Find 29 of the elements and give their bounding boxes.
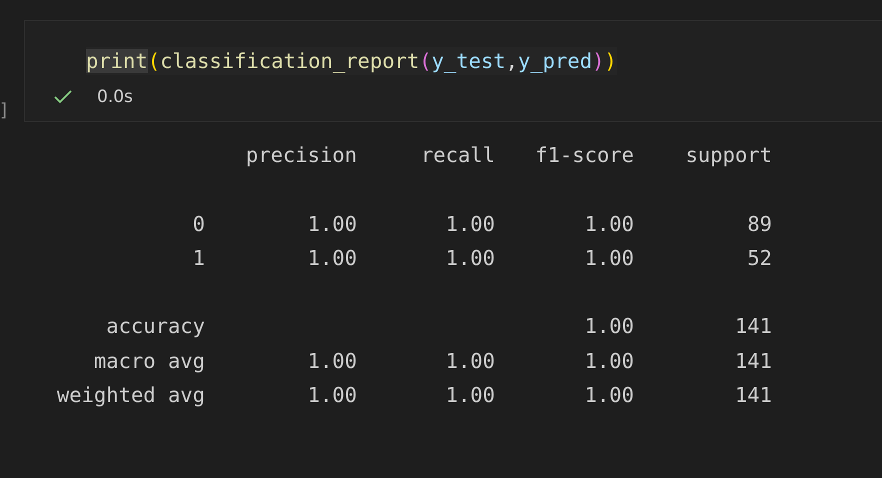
table-cell-text: 1.00 — [584, 313, 634, 340]
table-cell-text: 141 — [734, 313, 772, 340]
column-header: recall — [420, 142, 495, 169]
column-header: support — [684, 142, 772, 169]
table-cell-text: 1.00 — [306, 210, 357, 238]
execution-count: ] — [0, 99, 8, 122]
row-label: weighted avg — [56, 382, 205, 410]
execution-time: 0.0s — [97, 87, 133, 107]
table-cell-text: 141 — [734, 382, 772, 410]
row-label: macro avg — [92, 348, 205, 375]
table-cell-text: 1.00 — [444, 210, 495, 238]
table-cell-text: 1.00 — [444, 348, 495, 375]
table-cell-text: 1.00 — [444, 244, 495, 272]
table-cell-text: 1.00 — [584, 244, 634, 272]
row-label: 0 — [192, 210, 205, 238]
table-cell-text: 1.00 — [444, 382, 495, 410]
row-label: 1 — [192, 244, 205, 272]
table-cell-text: 1.00 — [306, 348, 357, 375]
column-header: precision — [244, 142, 357, 169]
table-cell-text: 52 — [746, 244, 772, 272]
row-label: accuracy — [105, 313, 205, 340]
table-cell-text: 1.00 — [584, 382, 634, 410]
table-cell-text: 1.00 — [584, 210, 634, 238]
column-header: f1-score — [534, 142, 634, 169]
table-cell-text: 89 — [746, 210, 772, 238]
table-cell-text: 1.00 — [306, 382, 357, 410]
table-cell-text: 1.00 — [306, 244, 357, 272]
table-cell-text: 141 — [734, 348, 772, 375]
table-cell-text: 1.00 — [584, 348, 634, 375]
